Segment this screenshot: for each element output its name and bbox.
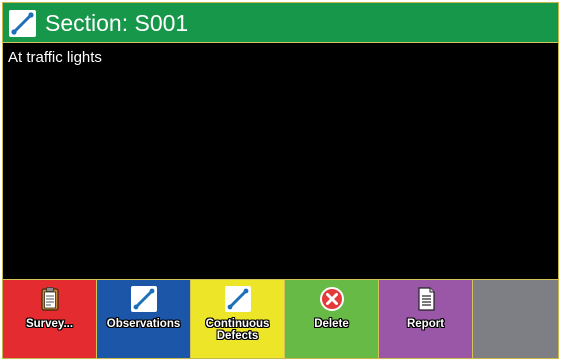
edit-line-icon (9, 10, 36, 37)
clipboard-icon (37, 286, 63, 312)
continuous-defects-button[interactable]: Continuous Defects (191, 280, 285, 358)
observations-label: Observations (106, 318, 181, 330)
survey-button[interactable]: Survey... (3, 280, 97, 358)
delete-label: Delete (314, 318, 349, 330)
delete-button[interactable]: Delete (285, 280, 379, 358)
bottom-toolbar: Survey... Observations Continuous Defect… (3, 279, 558, 358)
delete-x-icon (319, 286, 345, 312)
document-icon (413, 286, 439, 312)
continuous-defects-label: Continuous Defects (205, 318, 270, 342)
observations-button[interactable]: Observations (97, 280, 191, 358)
header-bar: Section: S001 (3, 3, 558, 43)
notes-area[interactable]: At traffic lights (3, 43, 558, 279)
page-title: Section: S001 (45, 10, 189, 36)
app-screen: Section: S001 At traffic lights Survey..… (2, 2, 559, 359)
edit-line-icon (224, 286, 251, 312)
survey-label: Survey... (25, 318, 74, 330)
report-label: Report (406, 318, 445, 330)
notes-text: At traffic lights (8, 49, 102, 66)
edit-line-icon (130, 286, 157, 312)
empty-toolbar-slot (473, 280, 558, 358)
report-button[interactable]: Report (379, 280, 473, 358)
